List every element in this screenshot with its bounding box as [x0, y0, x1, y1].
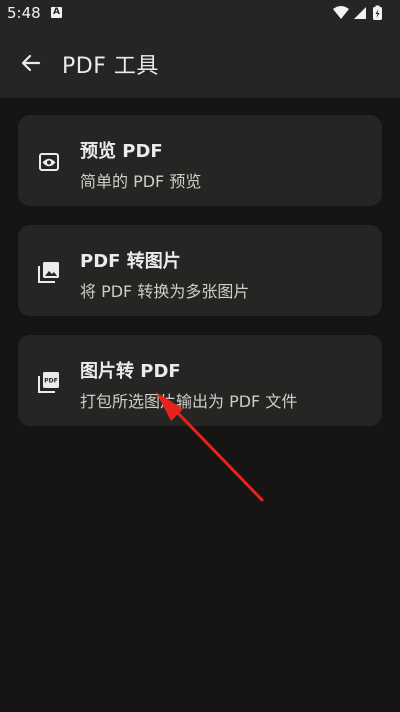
wifi-icon	[333, 6, 349, 19]
tool-card-images-to-pdf[interactable]: PDF 图片转 PDF 打包所选图片输出为 PDF 文件	[18, 335, 382, 426]
tool-card-subtitle: 简单的 PDF 预览	[80, 172, 202, 191]
status-time: 5:48	[7, 4, 41, 22]
battery-charging-icon	[373, 5, 382, 20]
tool-card-subtitle: 将 PDF 转换为多张图片	[80, 282, 250, 301]
tool-card-pdf-to-images[interactable]: PDF 转图片 将 PDF 转换为多张图片	[18, 225, 382, 316]
tool-card-title: 图片转 PDF	[80, 361, 181, 382]
page-title: PDF 工具	[62, 54, 159, 79]
eye-icon	[39, 153, 59, 171]
tool-card-preview-pdf[interactable]: 预览 PDF 简单的 PDF 预览	[18, 115, 382, 206]
image-icon	[38, 262, 59, 283]
tool-card-title: 预览 PDF	[80, 141, 163, 162]
status-bar: 5:48 A	[0, 0, 400, 28]
pdf-stack-icon: PDF	[38, 372, 59, 393]
app-bar: PDF 工具	[0, 28, 400, 98]
back-button[interactable]	[14, 46, 48, 80]
tool-card-title: PDF 转图片	[80, 251, 181, 272]
notification-icon: A	[51, 7, 62, 18]
arrow-left-icon	[21, 54, 41, 72]
status-icons	[332, 5, 392, 21]
pdf-icon-text: PDF	[44, 378, 57, 385]
signal-icon	[354, 7, 366, 19]
tool-card-subtitle: 打包所选图片输出为 PDF 文件	[80, 392, 298, 411]
